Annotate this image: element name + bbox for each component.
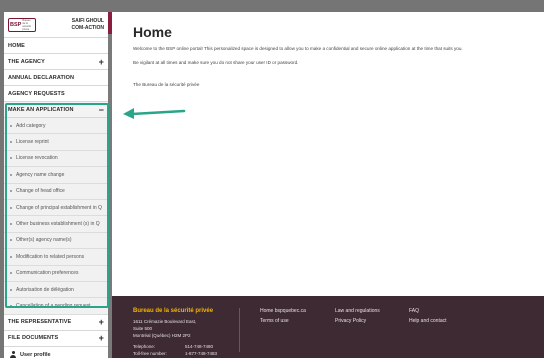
submenu-item-label: Other business establishment (s) in Q <box>16 221 100 228</box>
sidebar-item-label: THE AGENCY <box>8 58 45 65</box>
submenu-item-communication-preferences[interactable]: Communication preferences <box>4 266 108 282</box>
footer-link-home[interactable]: Home bspquebec.ca <box>260 308 306 314</box>
submenu-item-label: Other(s) agency name(s) <box>16 237 72 244</box>
submenu-item-label: Cancellation of a pending request <box>16 302 91 309</box>
footer-link-help[interactable]: Help and contact <box>409 318 447 324</box>
sidebar-item-label: FILE DOCUMENTS <box>8 335 59 342</box>
bullet-icon <box>10 288 12 291</box>
bullet-icon <box>10 190 12 193</box>
footer-divider <box>239 308 240 352</box>
user-profile-label: User profile <box>20 351 51 358</box>
footer-phone-label: Telephone: <box>133 344 156 349</box>
footer-link-faq[interactable]: FAQ <box>409 308 419 314</box>
sidebar-item-label: ANNUAL DECLARATION <box>8 74 75 81</box>
bullet-icon <box>10 173 12 176</box>
bullet-icon <box>10 124 12 127</box>
submenu-item-label: License revocation <box>16 155 58 162</box>
submenu-item-change-of-principal-establishment[interactable]: Change of principal establishment in Q <box>4 200 108 217</box>
submenu-item-label: Modification to related persons <box>16 253 85 260</box>
account-name-line1: SAIFI GHOUL <box>71 18 104 24</box>
expand-icon[interactable]: + <box>99 57 104 67</box>
sidebar-item-label: AGENCY REQUESTS <box>8 90 65 97</box>
bullet-icon <box>10 223 12 226</box>
bullet-icon <box>10 157 12 160</box>
submenu-item-autorisation-delegation[interactable]: Autorisation de délégation <box>4 282 108 299</box>
submenu-item-other-business-establishment[interactable]: Other business establishment (s) in Q <box>4 216 108 233</box>
security-warning-text: Be vigilant at all times and make sure y… <box>133 60 299 65</box>
sidebar-item-annual-declaration[interactable]: ANNUAL DECLARATION <box>4 70 108 86</box>
page-title: Home <box>133 24 172 40</box>
bullet-icon <box>10 141 12 144</box>
account-name-line2: COM-ACTION <box>71 24 105 31</box>
submenu-item-change-of-head-office[interactable]: Change of head office <box>4 184 108 200</box>
expand-icon[interactable]: + <box>99 317 104 327</box>
sidebar-item-label: THE REPRESENTATIVE <box>8 319 72 326</box>
sidebar-item-agency-requests[interactable]: AGENCY REQUESTS <box>4 86 108 102</box>
sidebar-brand: BSP Bureau de la sécurité privée SAIFI G… <box>4 12 108 38</box>
footer-address-line: Suite 500 <box>133 326 153 331</box>
footer-phone[interactable]: 514-748-7480 <box>185 344 213 349</box>
welcome-text: Welcome to the BSP online portal! This p… <box>133 46 463 51</box>
submenu-item-license-reprint[interactable]: License reprint <box>4 134 108 151</box>
sidebar-item-file-documents[interactable]: FILE DOCUMENTS + <box>4 331 108 347</box>
submenu-item-agency-name-change[interactable]: Agency name change <box>4 167 108 184</box>
footer-address-line: Montréal (Québec) H2M 2P2 <box>133 333 191 338</box>
account-name: SAIFI GHOUL COM-ACTION <box>72 18 105 31</box>
footer-tollfree-label: Toll-free number: <box>133 351 167 356</box>
footer-org-name: Bureau de la sécurité privée <box>133 308 214 314</box>
sidebar-item-the-agency[interactable]: THE AGENCY + <box>4 54 108 70</box>
collapse-icon[interactable]: − <box>99 105 104 115</box>
sidebar-item-label: HOME <box>8 42 25 49</box>
submenu-item-label: Change of head office <box>16 188 65 195</box>
bsp-logo[interactable]: BSP Bureau de la sécurité privée <box>8 17 36 32</box>
footer-address-line: 1611 Crémazie Boulevard East, <box>133 319 197 324</box>
footer-link-terms[interactable]: Terms of use <box>260 318 289 324</box>
submenu-item-label: License reprint <box>16 139 49 146</box>
submenu-item-label: Autorisation de délégation <box>16 286 74 293</box>
bullet-icon <box>10 239 12 242</box>
submenu-item-label: Agency name change <box>16 171 65 178</box>
user-icon <box>10 351 16 358</box>
footer-link-privacy[interactable]: Privacy Policy <box>335 318 366 324</box>
sidebar-item-label: MAKE AN APPLICATION <box>8 106 74 113</box>
application-submenu: Add category License reprint License rev… <box>4 118 108 315</box>
sidebar-item-home[interactable]: HOME <box>4 38 108 54</box>
logo-subtext: Bureau de la sécurité privée <box>22 18 32 31</box>
expand-icon[interactable]: + <box>99 333 104 343</box>
sidebar: BSP Bureau de la sécurité privée SAIFI G… <box>4 12 108 358</box>
sidebar-item-the-representative[interactable]: THE REPRESENTATIVE + <box>4 315 108 331</box>
logo-text: BSP <box>10 21 22 28</box>
submenu-item-cancellation-pending-request[interactable]: Cancellation of a pending request <box>4 298 108 315</box>
footer-tollfree[interactable]: 1-877-748-7483 <box>185 351 217 356</box>
submenu-item-label: Add category <box>16 122 46 129</box>
main-content: Home Welcome to the BSP online portal! T… <box>112 12 544 296</box>
signature-text: The Bureau de la sécurité privée <box>133 82 200 87</box>
sidebar-item-make-an-application[interactable]: MAKE AN APPLICATION − <box>4 102 108 118</box>
submenu-item-label: Communication preferences <box>16 270 79 277</box>
bullet-icon <box>10 272 12 275</box>
bullet-icon <box>10 255 12 258</box>
submenu-item-modification-related-persons[interactable]: Modification to related persons <box>4 249 108 266</box>
submenu-item-license-revocation[interactable]: License revocation <box>4 151 108 168</box>
submenu-item-label: Change of principal establishment in Q <box>16 204 102 211</box>
footer-link-laws[interactable]: Law and regulations <box>335 308 380 314</box>
annotation-arrow-icon <box>123 108 186 119</box>
bullet-icon <box>10 206 12 209</box>
submenu-item-add-category[interactable]: Add category <box>4 118 108 135</box>
footer: Bureau de la sécurité privée 1611 Crémaz… <box>112 296 544 358</box>
user-profile-link[interactable]: User profile <box>4 347 108 358</box>
bullet-icon <box>10 304 12 307</box>
submenu-item-other-agency-names[interactable]: Other(s) agency name(s) <box>4 233 108 250</box>
